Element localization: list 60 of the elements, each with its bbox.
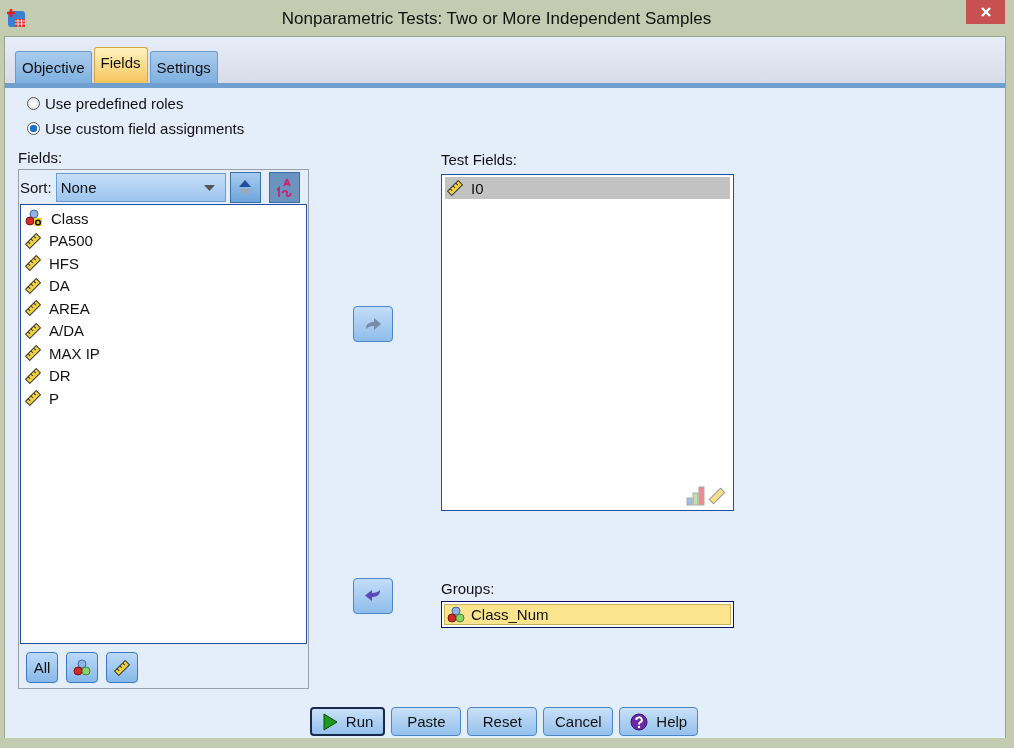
close-button[interactable] — [966, 0, 1005, 24]
filter-button[interactable]: All — [26, 652, 58, 683]
ruler-icon — [25, 390, 41, 407]
caret-icon — [203, 184, 215, 191]
field-list-item[interactable]: P — [25, 387, 302, 410]
dialog-button[interactable]: Help — [619, 707, 699, 736]
test-fields-label: Test Fields: — [441, 150, 517, 168]
tab[interactable]: Settings — [149, 51, 218, 83]
sort-label: Sort: — [20, 179, 52, 196]
tab[interactable]: Objective — [15, 51, 92, 83]
up-down-icon — [238, 178, 253, 197]
ruler-icon — [25, 367, 41, 384]
dialog-button[interactable]: Reset — [467, 707, 538, 736]
field-list-item[interactable]: AREA — [25, 297, 302, 320]
measure-icon — [686, 486, 728, 506]
sort-icon — [274, 176, 295, 199]
dialog-button[interactable]: Run — [309, 707, 386, 736]
return-arrow-icon — [364, 589, 382, 603]
ruler-icon — [25, 345, 41, 362]
nominal-icon — [73, 659, 91, 676]
filter-button[interactable] — [106, 652, 138, 683]
radio-label: Use predefined roles — [45, 95, 184, 112]
ruler-icon — [25, 277, 41, 294]
sort-direction-button[interactable] — [229, 172, 261, 203]
app-icon — [5, 7, 27, 29]
field-list-item[interactable]: DA — [25, 274, 302, 297]
help-icon — [630, 712, 649, 731]
radio-button[interactable] — [27, 97, 40, 110]
filter-button[interactable] — [66, 652, 98, 683]
field-list-item[interactable]: A/DA — [25, 319, 302, 342]
field-list-item[interactable]: HFS — [25, 252, 302, 275]
close-icon — [979, 6, 992, 18]
field-list-item[interactable]: DR — [25, 364, 302, 387]
ruler-icon — [25, 255, 41, 272]
move-left-button[interactable] — [353, 578, 393, 614]
dialog-button[interactable]: Cancel — [543, 707, 614, 736]
dialog-button[interactable]: Paste — [391, 707, 462, 736]
window-title: Nonparametric Tests: Two or More Independent Samples — [280, 8, 713, 29]
nominal-icon — [447, 606, 465, 623]
tab[interactable]: Fields — [93, 47, 148, 83]
radio-button[interactable] — [27, 122, 40, 135]
test-field-item[interactable]: I0 — [445, 177, 730, 199]
ruler-icon — [25, 232, 41, 249]
sort-order-button[interactable] — [268, 172, 300, 203]
sort-dropdown[interactable]: None — [55, 173, 226, 202]
right-arrow-icon — [364, 317, 382, 331]
field-list-item[interactable]: MAX IP — [25, 342, 302, 365]
play-icon — [321, 712, 338, 731]
fields-label: Fields: — [18, 148, 63, 166]
groups-label: Groups: — [441, 579, 495, 597]
ruler-icon — [447, 180, 463, 196]
nominal-string-icon — [25, 209, 43, 228]
ruler-icon — [25, 322, 41, 339]
move-right-button[interactable] — [353, 306, 393, 342]
ruler-icon — [25, 300, 41, 317]
ruler-icon — [114, 659, 130, 676]
radio-label: Use custom field assignments — [45, 120, 245, 137]
field-list-item[interactable]: Class — [25, 207, 302, 230]
field-list-item[interactable]: PA500 — [25, 229, 302, 252]
groups-field[interactable]: Class_Num — [441, 601, 734, 628]
